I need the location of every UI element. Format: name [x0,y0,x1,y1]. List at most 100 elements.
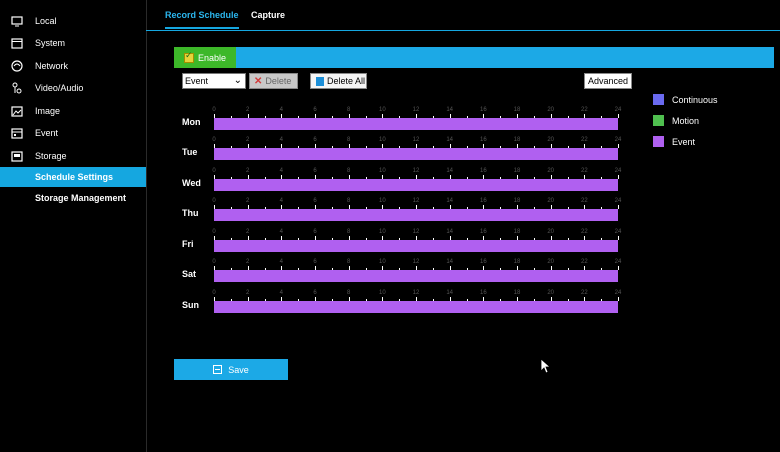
save-label: Save [228,364,249,375]
day-label: Sat [182,269,197,279]
hour-tick-label: 22 [580,168,588,174]
sidebar-item-video-audio[interactable]: Video/Audio [0,78,146,98]
hour-tick-label: 12 [412,107,420,113]
sidebar-subitem-storage-management[interactable]: Storage Management [0,188,146,208]
hour-tick-label: 18 [513,290,521,296]
hour-tick-label: 10 [378,137,386,143]
legend-label: Continuous [672,94,718,105]
hour-tick-label: 0 [212,168,216,174]
trash-icon [316,76,324,86]
hour-tick-mark [618,175,619,179]
hour-ruler: 0 2 4 6 8 10 12 14 16 18 20 22 24 [212,259,621,270]
hour-tick-label: 18 [513,107,521,113]
hour-tick-label: 24 [614,259,622,265]
schedule-bar-sat[interactable] [214,270,618,282]
hour-tick-label: 20 [547,168,554,174]
sidebar-item-system[interactable]: System [0,33,146,53]
hour-tick-label: 14 [446,259,453,265]
hour-tick-label: 0 [212,137,216,143]
hour-tick-label: 16 [479,198,487,204]
enable-checkbox[interactable]: Enable [174,47,236,68]
schedule-bar-wed[interactable] [214,179,618,191]
legend-swatch [653,115,664,126]
day-label: Fri [182,239,194,249]
hour-tick-label: 6 [313,229,317,235]
schedule-bar-fri[interactable] [214,240,618,252]
hour-tick-mark [618,114,619,118]
hour-tick-label: 2 [245,137,250,143]
legend-swatch [653,136,664,147]
sidebar-item-label: Image [35,106,61,116]
hour-tick-label: 4 [279,168,283,174]
sidebar-item-label: System [35,38,66,48]
tab-capture[interactable]: Capture [251,10,285,20]
hour-tick-label: 22 [580,198,588,204]
hour-tick-label: 18 [513,229,521,235]
hour-tick-label: 16 [479,107,487,113]
advanced-button[interactable]: Advanced [584,73,632,89]
record-type-select[interactable]: Event ⌄ [182,73,246,89]
hour-tick-label: 4 [279,259,283,265]
checkbox-icon [184,50,194,63]
hour-tick-label: 24 [614,107,622,113]
hour-tick-label: 10 [378,107,386,113]
hour-tick-label: 22 [580,229,588,235]
tab-record-schedule[interactable]: Record Schedule [165,10,239,29]
hour-tick-label: 4 [279,107,283,113]
hour-tick-label: 14 [446,198,453,204]
hour-tick-label: 2 [245,168,250,174]
save-button[interactable]: Save [174,359,288,380]
hour-tick-label: 16 [479,168,487,174]
hour-tick-label: 20 [547,198,554,204]
sidebar-item-event[interactable]: Event [0,123,146,143]
hour-tick-label: 16 [479,259,487,265]
hour-tick-label: 18 [513,137,521,143]
hour-tick-label: 14 [446,229,453,235]
hour-tick-label: 6 [313,198,317,204]
sidebar-item-local[interactable]: Local [0,11,146,31]
hour-tick-label: 24 [614,137,622,143]
hour-tick-label: 4 [279,229,283,235]
legend-label: Event [672,136,696,147]
close-icon: ✕ [254,75,263,87]
hour-tick-label: 12 [412,198,420,204]
sidebar-subitem-schedule-settings[interactable]: Schedule Settings [0,167,146,187]
hour-ruler: 0 2 4 6 8 10 12 14 16 18 20 22 24 [212,168,621,179]
schedule-bar-tue[interactable] [214,148,618,160]
delete-all-button[interactable]: Delete All [310,73,367,89]
hour-tick-label: 22 [580,290,588,296]
enable-label: Enable [198,52,227,63]
hour-tick-label: 2 [245,107,250,113]
hour-tick-label: 20 [547,107,554,113]
hour-tick-label: 8 [346,198,351,204]
schedule-bar-thu[interactable] [214,209,618,221]
hour-tick-label: 8 [346,229,351,235]
storage-icon [10,149,24,163]
legend-label: Motion [672,115,700,126]
calendar-icon [10,126,24,140]
audio-icon [10,81,24,95]
sidebar-item-storage[interactable]: Storage [0,146,146,166]
sidebar-item-label: Local [35,16,57,26]
hour-tick-label: 2 [245,290,250,296]
delete-label: Delete [265,76,292,86]
hour-tick-mark [618,236,619,240]
hour-tick-mark [618,297,619,301]
sidebar-item-network[interactable]: Network [0,56,146,76]
hour-tick-label: 6 [313,168,317,174]
chevron-down-icon: ⌄ [233,75,242,86]
day-label: Wed [182,178,201,188]
image-icon [10,104,24,118]
sidebar-item-image[interactable]: Image [0,101,146,121]
hour-tick-label: 10 [378,229,386,235]
schedule-bar-sun[interactable] [214,301,618,313]
schedule-bar-mon[interactable] [214,118,618,130]
hour-tick-label: 12 [412,168,420,174]
hour-tick-label: 18 [513,168,521,174]
hour-tick-label: 4 [279,290,283,296]
save-icon [213,365,223,374]
day-label: Tue [182,147,198,157]
hour-tick-label: 0 [212,259,216,265]
delete-button[interactable]: ✕ Delete [249,73,298,89]
hour-tick-label: 14 [446,107,453,113]
